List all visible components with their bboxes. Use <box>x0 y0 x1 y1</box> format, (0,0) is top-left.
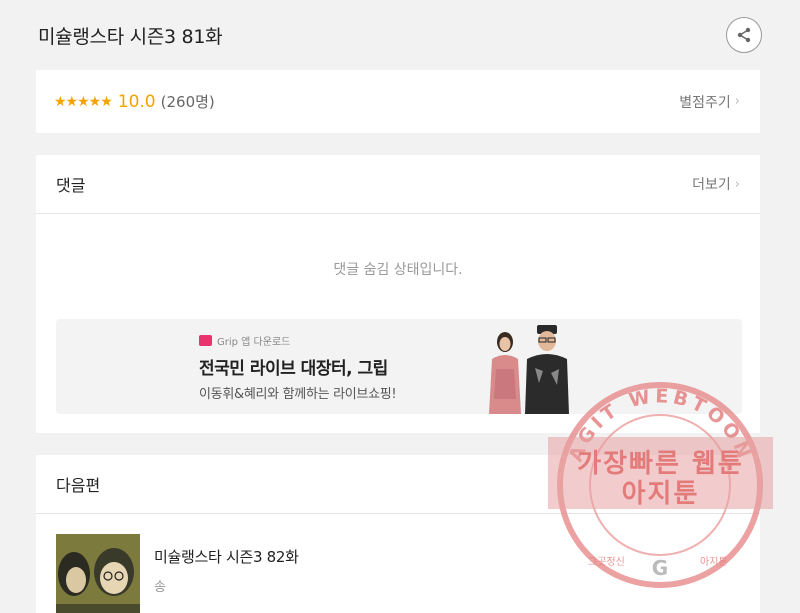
comments-more-button[interactable]: 더보기 › <box>692 174 740 194</box>
episode-author: 송 <box>154 580 166 595</box>
grip-logo-icon <box>199 335 212 346</box>
rate-button-label: 별점주기 <box>679 94 731 111</box>
episode-thumbnail <box>56 534 140 613</box>
comments-label: 댓글 <box>56 176 86 195</box>
episode-title: 미슐랭스타 시즌3 81화 <box>38 25 223 48</box>
rating-summary: ★★★★★ 10.0 (260명) <box>54 91 215 112</box>
rating-stars: ★★★★★ <box>54 93 113 110</box>
ad-title: 전국민 라이브 대장터, 그립 <box>199 359 388 379</box>
episode-info: 미슐랭스타 시즌3 82화 송 <box>154 546 299 595</box>
rating-score: 10.0 <box>117 91 156 112</box>
google-logo-icon: G <box>652 556 668 580</box>
rate-button[interactable]: 별점주기 › <box>679 92 740 112</box>
rating-card: ★★★★★ 10.0 (260명) 별점주기 › <box>36 70 760 133</box>
ad-person-woman-image <box>489 332 521 414</box>
ad-small-label: Grip 앱 다운로드 <box>217 337 291 348</box>
agit-webtoon-watermark: AGIT WEBTOON 그곳정신 아지툰 G 가장빠른 웹툰 아지툰 <box>548 365 773 590</box>
episode-title: 미슐랭스타 시즌3 82화 <box>154 548 299 566</box>
watermark-bottom-right-text: 아지툰 <box>700 556 728 568</box>
comments-header: 댓글 더보기 › <box>36 155 760 214</box>
episode-header: 미슐랭스타 시즌3 81화 <box>0 0 800 70</box>
share-button[interactable] <box>726 17 762 53</box>
chevron-right-icon: › <box>734 94 740 109</box>
comments-more-label: 더보기 <box>692 177 731 193</box>
watermark-bottom-left-text: 그곳정신 <box>588 556 625 568</box>
rating-count: (260명) <box>160 93 215 111</box>
ad-text: Grip 앱 다운로드 전국민 라이브 대장터, 그립 이동휘&혜리와 함께하는… <box>199 333 397 402</box>
ad-small-label-row: Grip 앱 다운로드 <box>199 333 396 348</box>
episode-thumbnail-art <box>56 534 140 613</box>
next-episode-label: 다음편 <box>56 476 101 495</box>
comments-hidden-message: 댓글 숨김 상태입니다. <box>333 262 463 278</box>
chevron-right-icon: › <box>734 176 740 192</box>
ad-description: 이동휘&혜리와 함께하는 라이브쇼핑! <box>199 387 397 402</box>
watermark-line2: 아지툰 <box>621 479 700 509</box>
share-icon <box>737 27 751 43</box>
